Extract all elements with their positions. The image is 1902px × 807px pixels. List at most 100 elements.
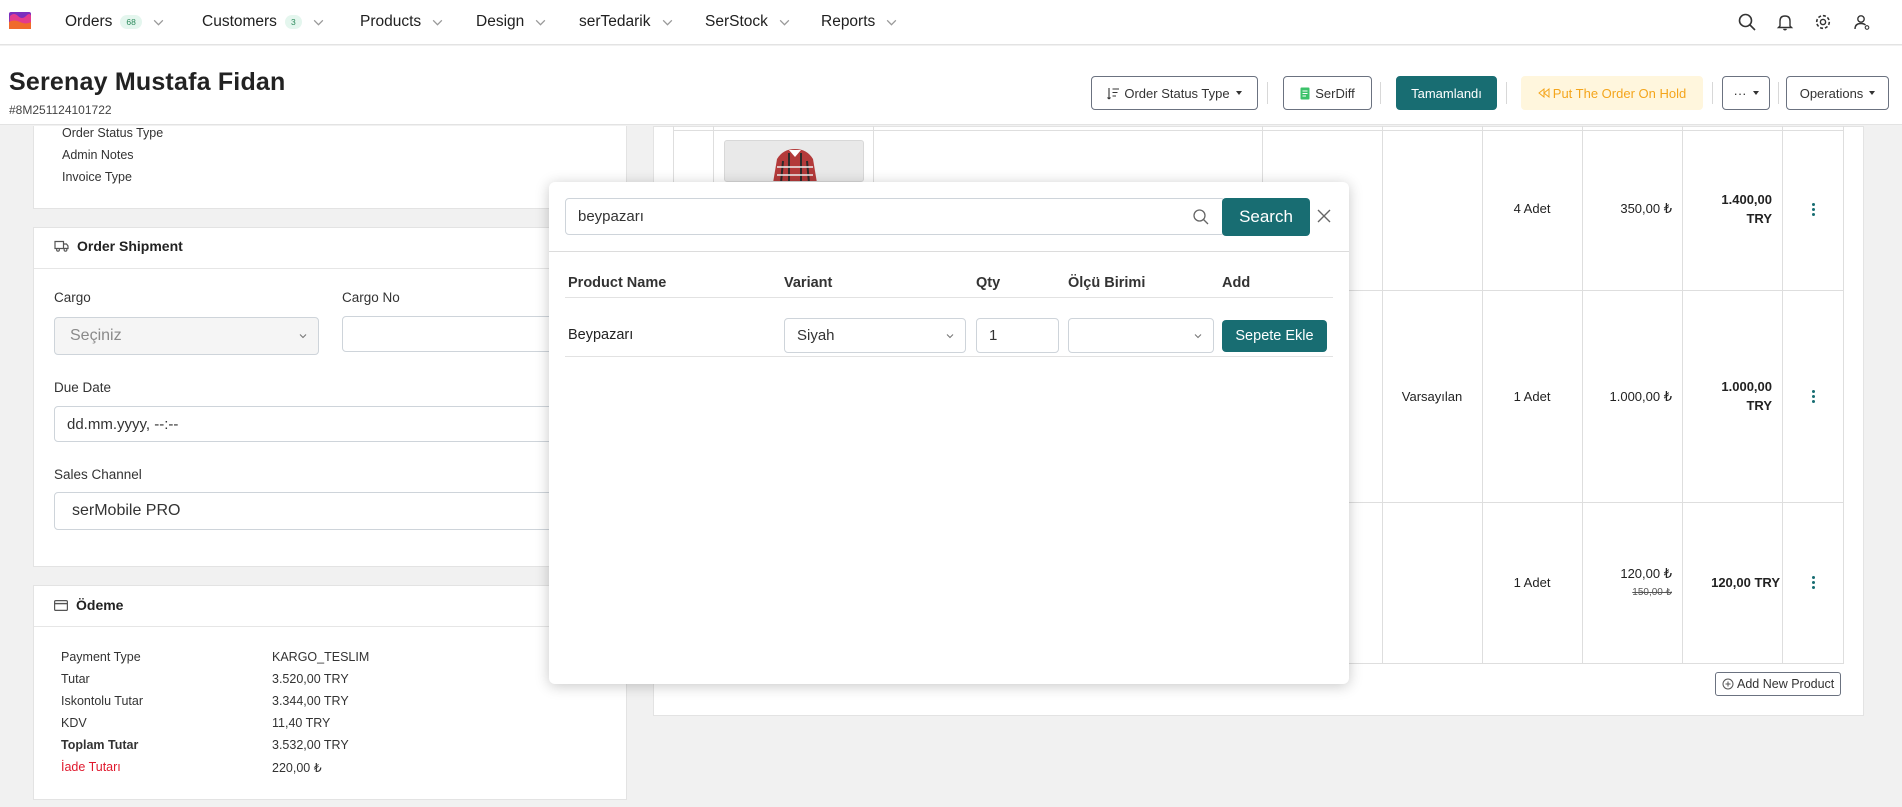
- nav-orders-badge: 68: [120, 15, 142, 29]
- chevron-down-icon: [153, 19, 164, 26]
- row3-actions-icon[interactable]: [1812, 576, 1816, 591]
- order-shipment-card: Order Shipment Cargo Seçiniz Cargo No Du…: [33, 227, 627, 567]
- table-grid: [1843, 126, 1844, 663]
- order-shipment-title: Order Shipment: [54, 238, 183, 254]
- sales-channel-select[interactable]: serMobile PRO: [54, 492, 627, 530]
- serdiff-label: SerDiff: [1315, 85, 1355, 101]
- unit-select[interactable]: [1068, 318, 1214, 353]
- complete-button[interactable]: Tamamlandı: [1396, 76, 1497, 110]
- row2-variant: Varsayılan: [1401, 389, 1463, 404]
- hold-order-button[interactable]: Put The Order On Hold: [1521, 76, 1703, 110]
- divider: [1778, 82, 1779, 104]
- top-navbar: Orders 68 Customers 3 Products Design se…: [0, 0, 1902, 45]
- total-amount-label: Toplam Tutar: [61, 738, 139, 752]
- amount-label: Tutar: [61, 672, 90, 686]
- nav-customers[interactable]: Customers 3: [202, 11, 325, 33]
- nav-design-label: Design: [476, 13, 525, 30]
- order-shipment-title-text: Order Shipment: [77, 238, 183, 254]
- row1-total-currency: TRY: [1746, 211, 1772, 226]
- sales-channel-value: serMobile PRO: [72, 502, 181, 519]
- credit-card-icon: [54, 599, 68, 611]
- row3-old-price: 150,00 ₺: [1632, 587, 1672, 598]
- order-status-type-button[interactable]: Order Status Type: [1091, 76, 1258, 110]
- chevron-down-icon: [946, 334, 954, 339]
- row1-qty: 4 Adet: [1513, 201, 1551, 216]
- divider: [34, 268, 626, 269]
- due-date-label: Due Date: [54, 380, 112, 395]
- due-date-input[interactable]: dd.mm.yyyy, --:--: [54, 406, 627, 442]
- invoice-type-text: Invoice Type: [62, 170, 132, 184]
- nav-orders[interactable]: Orders 68: [65, 11, 165, 33]
- search-icon[interactable]: [1737, 12, 1757, 32]
- nav-reports[interactable]: Reports: [821, 11, 898, 33]
- result-product-name: Beypazarı: [568, 327, 634, 343]
- nav-orders-label: Orders: [65, 13, 113, 30]
- product-image[interactable]: [724, 140, 864, 182]
- col-add: Add: [1222, 275, 1251, 291]
- divider: [1506, 82, 1507, 104]
- jacket-image: [773, 149, 817, 181]
- serdiff-button[interactable]: SerDiff: [1283, 76, 1372, 110]
- cargo-placeholder: Seçiniz: [70, 327, 122, 344]
- search-button[interactable]: Search: [1222, 198, 1310, 236]
- cargo-select[interactable]: Seçiniz: [54, 317, 319, 355]
- payment-type-label: Payment Type: [61, 650, 141, 664]
- product-search-modal: beypazarı Search Product Name Variant Qt…: [549, 182, 1349, 684]
- admin-notes-text: Admin Notes: [62, 148, 134, 162]
- add-to-cart-label: Sepete Ekle: [1235, 328, 1314, 344]
- qty-input[interactable]: 1: [976, 318, 1059, 353]
- brand-logo[interactable]: [9, 12, 31, 29]
- complete-label: Tamamlandı: [1411, 85, 1482, 101]
- nav-design[interactable]: Design: [476, 11, 547, 33]
- nav-products[interactable]: Products: [360, 11, 444, 33]
- row3-total: 120,00 TRY: [1711, 575, 1780, 590]
- row2-price: 1.000,00 ₺: [1609, 389, 1673, 404]
- rewind-icon: [1537, 88, 1550, 98]
- add-to-cart-button[interactable]: Sepete Ekle: [1222, 320, 1327, 352]
- order-number: #8M251124101722: [9, 103, 112, 117]
- col-qty: Qty: [976, 275, 1001, 291]
- plus-circle-icon: [1722, 678, 1734, 690]
- cargo-no-label: Cargo No: [342, 290, 400, 305]
- add-new-product-button[interactable]: Add New Product: [1715, 672, 1842, 696]
- operations-label: Operations: [1799, 85, 1864, 101]
- bell-icon[interactable]: [1775, 12, 1795, 32]
- caret-down-icon: [1752, 91, 1759, 95]
- variant-select[interactable]: Siyah: [784, 318, 966, 353]
- row1-actions-icon[interactable]: [1812, 203, 1816, 218]
- refund-amount-label: İade Tutarı: [61, 760, 121, 774]
- chevron-down-icon: [313, 19, 323, 26]
- order-status-type-label: Order Status Type: [1124, 85, 1230, 101]
- vat-value: 11,40 TRY: [272, 716, 331, 730]
- col-variant: Variant: [784, 275, 833, 291]
- gear-icon[interactable]: [1813, 12, 1833, 32]
- more-options-label: ···: [1733, 85, 1747, 101]
- order-info-card: Order Status Type Admin Notes Invoice Ty…: [33, 126, 627, 209]
- caret-down-icon: [1869, 91, 1876, 95]
- table-grid: [1582, 126, 1583, 663]
- row2-actions-icon[interactable]: [1812, 390, 1816, 405]
- sort-icon: [1107, 87, 1120, 99]
- total-amount-value: 3.532,00 TRY: [272, 738, 349, 752]
- divider: [1712, 82, 1713, 104]
- table-grid: [1682, 126, 1683, 663]
- user-icon[interactable]: [1852, 12, 1872, 32]
- operations-button[interactable]: Operations: [1786, 76, 1889, 110]
- row2-total-currency: TRY: [1746, 398, 1772, 413]
- divider: [565, 297, 1333, 298]
- row3-price: 120,00 ₺: [1620, 566, 1672, 581]
- divider: [565, 356, 1333, 357]
- qty-value: 1: [989, 327, 998, 344]
- nav-serstock-label: SerStock: [705, 13, 768, 30]
- chevron-down-icon: [535, 19, 546, 26]
- nav-sertedarik[interactable]: serTedarik: [579, 11, 674, 33]
- caret-down-icon: [1235, 91, 1242, 95]
- nav-serstock[interactable]: SerStock: [705, 11, 791, 33]
- hold-order-label: Put The Order On Hold: [1552, 85, 1687, 101]
- close-icon[interactable]: [1316, 208, 1332, 224]
- more-options-button[interactable]: ···: [1722, 76, 1770, 110]
- product-search-input[interactable]: beypazarı: [565, 198, 1225, 235]
- divider: [34, 626, 626, 627]
- row1-price: 350,00 ₺: [1620, 201, 1672, 216]
- nav-customers-label: Customers: [202, 13, 277, 30]
